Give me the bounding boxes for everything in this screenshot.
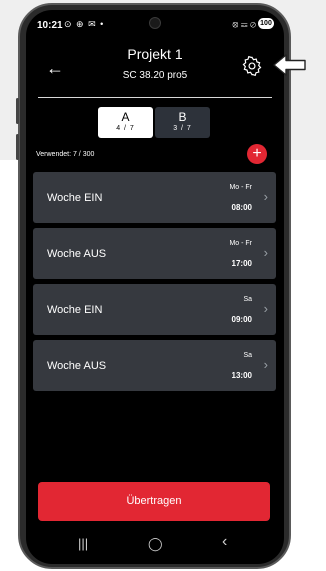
schedule-item[interactable]: Woche EIN Mo - Fr 08:00 › [33, 172, 276, 223]
battery-icon: 100 [258, 18, 274, 29]
pointer-arrow-icon [273, 54, 306, 76]
home-icon[interactable]: ◯ [148, 536, 163, 552]
status-right-icons: ⦻ ☲ ⊘ [232, 19, 256, 29]
schedule-item[interactable]: Woche AUS Mo - Fr 17:00 › [33, 228, 276, 279]
channel-b-label: B [178, 110, 187, 124]
schedule-days: Sa [243, 352, 252, 359]
channel-b-tab[interactable]: B 3 / 7 [155, 107, 210, 138]
schedule-time: 13:00 [231, 371, 252, 380]
volume-button [16, 98, 19, 124]
transfer-button[interactable]: Übertragen [38, 482, 270, 521]
schedule-item[interactable]: Woche AUS Sa 13:00 › [33, 340, 276, 391]
phone-screen: 10:21 ⊙ ⊕ ✉ • ⦻ ☲ ⊘ 100 ← Projekt 1 SC 3… [26, 10, 284, 564]
chevron-right-icon: › [263, 189, 268, 204]
used-count: Verwendet: 7 / 300 [36, 151, 95, 158]
channel-a-label: A [121, 110, 130, 124]
channel-selector: A 4 / 7 B 3 / 7 [98, 107, 210, 138]
gear-icon[interactable] [241, 55, 263, 77]
schedule-days: Mo - Fr [229, 184, 252, 191]
schedule-time: 09:00 [231, 315, 252, 324]
channel-a-count: 4 / 7 [116, 125, 135, 132]
volume-button [16, 134, 19, 160]
schedule-days: Sa [243, 296, 252, 303]
schedule-time: 17:00 [231, 259, 252, 268]
schedule-time: 08:00 [231, 203, 252, 212]
back-nav-icon[interactable]: ‹ [222, 533, 227, 551]
recents-icon[interactable]: ||| [78, 536, 88, 551]
plus-icon[interactable]: + [247, 144, 267, 164]
chevron-right-icon: › [263, 301, 268, 316]
channel-a-tab[interactable]: A 4 / 7 [98, 107, 153, 138]
schedule-name: Woche EIN [47, 192, 103, 204]
status-icons: ⊙ ⊕ ✉ • [64, 19, 105, 29]
front-camera [149, 17, 161, 29]
system-nav-bar: ||| ◯ ‹ [26, 530, 284, 564]
status-bar: 10:21 ⊙ ⊕ ✉ • ⦻ ☲ ⊘ 100 [26, 10, 284, 38]
app-header: ← Projekt 1 SC 38.20 pro5 [26, 38, 284, 98]
schedule-name: Woche EIN [47, 304, 103, 316]
channel-b-count: 3 / 7 [173, 125, 192, 132]
schedule-item[interactable]: Woche EIN Sa 09:00 › [33, 284, 276, 335]
status-time: 10:21 [37, 20, 63, 31]
schedule-days: Mo - Fr [229, 240, 252, 247]
chevron-right-icon: › [263, 357, 268, 372]
header-divider [38, 97, 272, 98]
schedule-name: Woche AUS [47, 248, 107, 260]
schedule-name: Woche AUS [47, 360, 107, 372]
chevron-right-icon: › [263, 245, 268, 260]
